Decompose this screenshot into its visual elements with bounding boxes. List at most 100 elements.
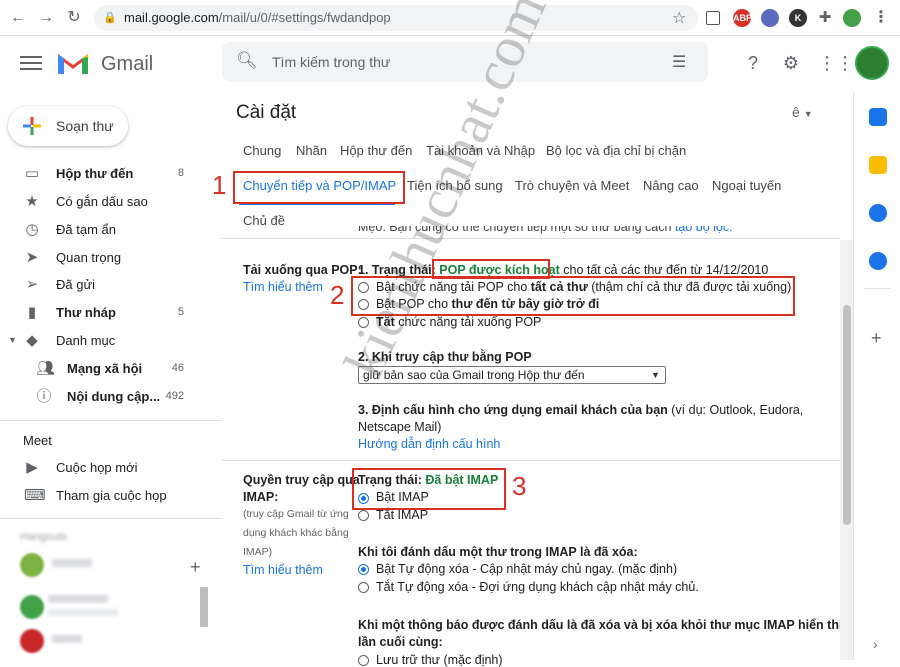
imap-archive-radio[interactable] [358, 655, 369, 666]
adblock-extension-icon[interactable]: ABP [733, 9, 752, 27]
url-text: mail.google.com/mail/u/0/#settings/fwdan… [124, 10, 391, 25]
address-bar[interactable]: 🔒 mail.google.com/mail/u/0/#settings/fwd… [94, 5, 698, 31]
hangouts-contact-avatar[interactable] [20, 553, 44, 577]
gmail-logo-icon[interactable] [56, 50, 90, 76]
gmail-header: Gmail 🔍︎ Tìm kiếm trong thư ☰ ? ⚙ ⋮⋮ [0, 36, 900, 92]
pop-section-label: Tải xuống qua POP: [243, 263, 362, 277]
hangouts-contact-name [48, 595, 108, 603]
sidebar-item-updates[interactable]: ⓘ Nội dung cập... 492 [0, 383, 222, 411]
imap-learn-more-link[interactable]: Tìm hiểu thêm [243, 563, 323, 577]
bookmark-star-icon[interactable]: ☆ [672, 8, 686, 28]
lock-icon: 🔒 [103, 12, 117, 24]
browser-profile-avatar[interactable] [843, 9, 861, 27]
sidebar-item-categories[interactable]: ▼ ◆ Danh mục [0, 327, 222, 355]
compose-button[interactable]: Soạn thư [8, 106, 128, 146]
sidebar-item-starred[interactable]: ★ Có gắn dấu sao [0, 188, 222, 216]
tab-filters-blocked[interactable]: Bộ lọc và địa chỉ bị chặn [546, 143, 686, 158]
imap-expunge-title-2: lần cuối cùng: [358, 635, 443, 649]
create-filter-link[interactable]: tạo bộ lọc. [675, 226, 733, 234]
tasks-icon[interactable] [869, 204, 887, 222]
compose-label: Soạn thư [56, 118, 114, 134]
browser-toolbar: ← → ↻ 🔒 mail.google.com/mail/u/0/#settin… [0, 0, 900, 36]
sidebar-item-sent[interactable]: ➢ Đã gửi [0, 271, 222, 299]
pop-configuration-instructions-link[interactable]: Hướng dẫn định cấu hình [358, 437, 500, 451]
imap-auto-expunge-off-radio[interactable] [358, 582, 369, 593]
tab-general[interactable]: Chung [243, 143, 281, 158]
video-icon: ▶ [26, 459, 38, 476]
annotation-number-3: 3 [512, 471, 527, 501]
label-important-icon: ➤ [25, 249, 39, 266]
tab-themes[interactable]: Chủ đề [243, 213, 285, 228]
search-input[interactable]: Tìm kiếm trong thư [272, 54, 390, 70]
back-icon[interactable]: ← [8, 8, 28, 28]
info-icon: ⓘ [36, 388, 52, 405]
hangouts-contact-avatar[interactable] [20, 595, 44, 619]
pop-action-select[interactable]: giữ bản sao của Gmail trong Hộp thư đến … [358, 366, 666, 384]
keyboard-icon: ⌨ [24, 487, 46, 504]
imap-auto-expunge-on-label[interactable]: Bật Tự động xóa - Cập nhật máy chủ ngay.… [376, 562, 677, 576]
tab-inbox[interactable]: Hộp thư đến [340, 143, 412, 158]
search-options-icon[interactable]: ☰ [672, 52, 686, 72]
hangouts-scrollbar[interactable] [200, 587, 208, 627]
imap-auto-expunge-on-radio[interactable] [358, 564, 369, 575]
qr-extension-icon[interactable] [706, 11, 720, 25]
pop-configure-client: 3. Định cấu hình cho ứng dụng email khác… [358, 403, 804, 417]
collapse-arrow-icon[interactable]: ▼ [8, 335, 17, 345]
help-icon[interactable]: ? [742, 52, 764, 74]
sidebar-item-important[interactable]: ➤ Quan trọng [0, 244, 222, 272]
imap-expunge-title: Khi một thông báo được đánh dấu là đã xó… [358, 618, 843, 632]
more-vert-icon[interactable]: ⋮ [872, 9, 890, 27]
section-divider [222, 460, 840, 461]
sidebar-item-drafts[interactable]: ▮ Thư nháp 5 [0, 299, 222, 327]
puzzle-extensions-icon[interactable]: ✚ [816, 9, 834, 27]
calendar-icon[interactable] [869, 108, 887, 126]
imap-section-sub-2: dụng khách khác bằng [243, 527, 349, 539]
annotation-number-1: 1 [212, 170, 227, 200]
meet-join-meeting[interactable]: ⌨ Tham gia cuộc họp [0, 482, 222, 510]
imap-auto-expunge-off-label[interactable]: Tắt Tự động xóa - Đợi ứng dụng khách cập… [376, 580, 699, 594]
forward-icon[interactable]: → [36, 8, 56, 28]
settings-panel: Cài đặt ê ▼ Chung Nhãn Hộp thư đến Tài k… [212, 92, 843, 667]
apps-grid-icon[interactable]: ⋮⋮ [818, 52, 854, 74]
imap-archive-label[interactable]: Lưu trữ thư (mặc định) [376, 653, 503, 667]
hangouts-contact-status [48, 609, 118, 616]
hangouts-contact-name [52, 635, 82, 643]
category-icon: ◆ [26, 332, 38, 349]
hangouts-contact-avatar[interactable] [20, 629, 44, 653]
tab-labels[interactable]: Nhãn [296, 143, 327, 158]
sidebar-item-social[interactable]: 👥︎ Mạng xã hội 46 [0, 355, 222, 383]
rail-divider [864, 288, 890, 289]
keep-icon[interactable] [869, 156, 887, 174]
account-avatar[interactable] [855, 46, 889, 80]
hangouts-title: Hangouts [20, 531, 68, 543]
meet-new-meeting[interactable]: ▶ Cuộc họp mới [0, 454, 222, 482]
chevron-right-icon[interactable]: › [873, 636, 878, 652]
add-contact-icon[interactable]: + [190, 557, 201, 578]
settings-scrollbar-thumb[interactable] [843, 305, 851, 525]
search-icon[interactable]: 🔍︎ [236, 51, 258, 71]
settings-gear-icon[interactable]: ⚙ [780, 52, 802, 74]
main-menu-icon[interactable] [20, 52, 42, 74]
sidebar-item-snoozed[interactable]: ◷ Đã tạm ẩn [0, 216, 222, 244]
pop-configure-client-hint: Netscape Mail) [358, 420, 442, 434]
profile-k-icon[interactable]: K [789, 9, 807, 27]
clock-icon: ◷ [25, 221, 39, 238]
imap-disable-label[interactable]: Tắt IMAP [376, 508, 428, 522]
extension-icon[interactable] [761, 9, 779, 27]
tab-offline[interactable]: Ngoại tuyến [712, 178, 781, 193]
tab-chat-meet[interactable]: Trò chuyện và Meet [515, 178, 629, 193]
select-chevron-icon: ▼ [651, 370, 660, 380]
annotation-box-1 [233, 171, 405, 204]
imap-section-label-2: IMAP: [243, 490, 279, 504]
star-icon: ★ [25, 193, 39, 210]
get-addons-plus-icon[interactable]: + [871, 328, 882, 349]
page-title: Cài đặt [236, 102, 297, 123]
contacts-icon[interactable] [869, 252, 887, 270]
input-tools-toggle[interactable]: ê ▼ [792, 104, 813, 120]
tab-advanced[interactable]: Nâng cao [643, 178, 699, 193]
imap-disable-radio[interactable] [358, 510, 369, 521]
sidebar-item-inbox[interactable]: ▭ Hộp thư đến 8 [0, 160, 222, 188]
pop-learn-more-link[interactable]: Tìm hiểu thêm [243, 280, 323, 294]
reload-icon[interactable]: ↻ [64, 8, 84, 28]
inbox-icon: ▭ [24, 165, 40, 182]
